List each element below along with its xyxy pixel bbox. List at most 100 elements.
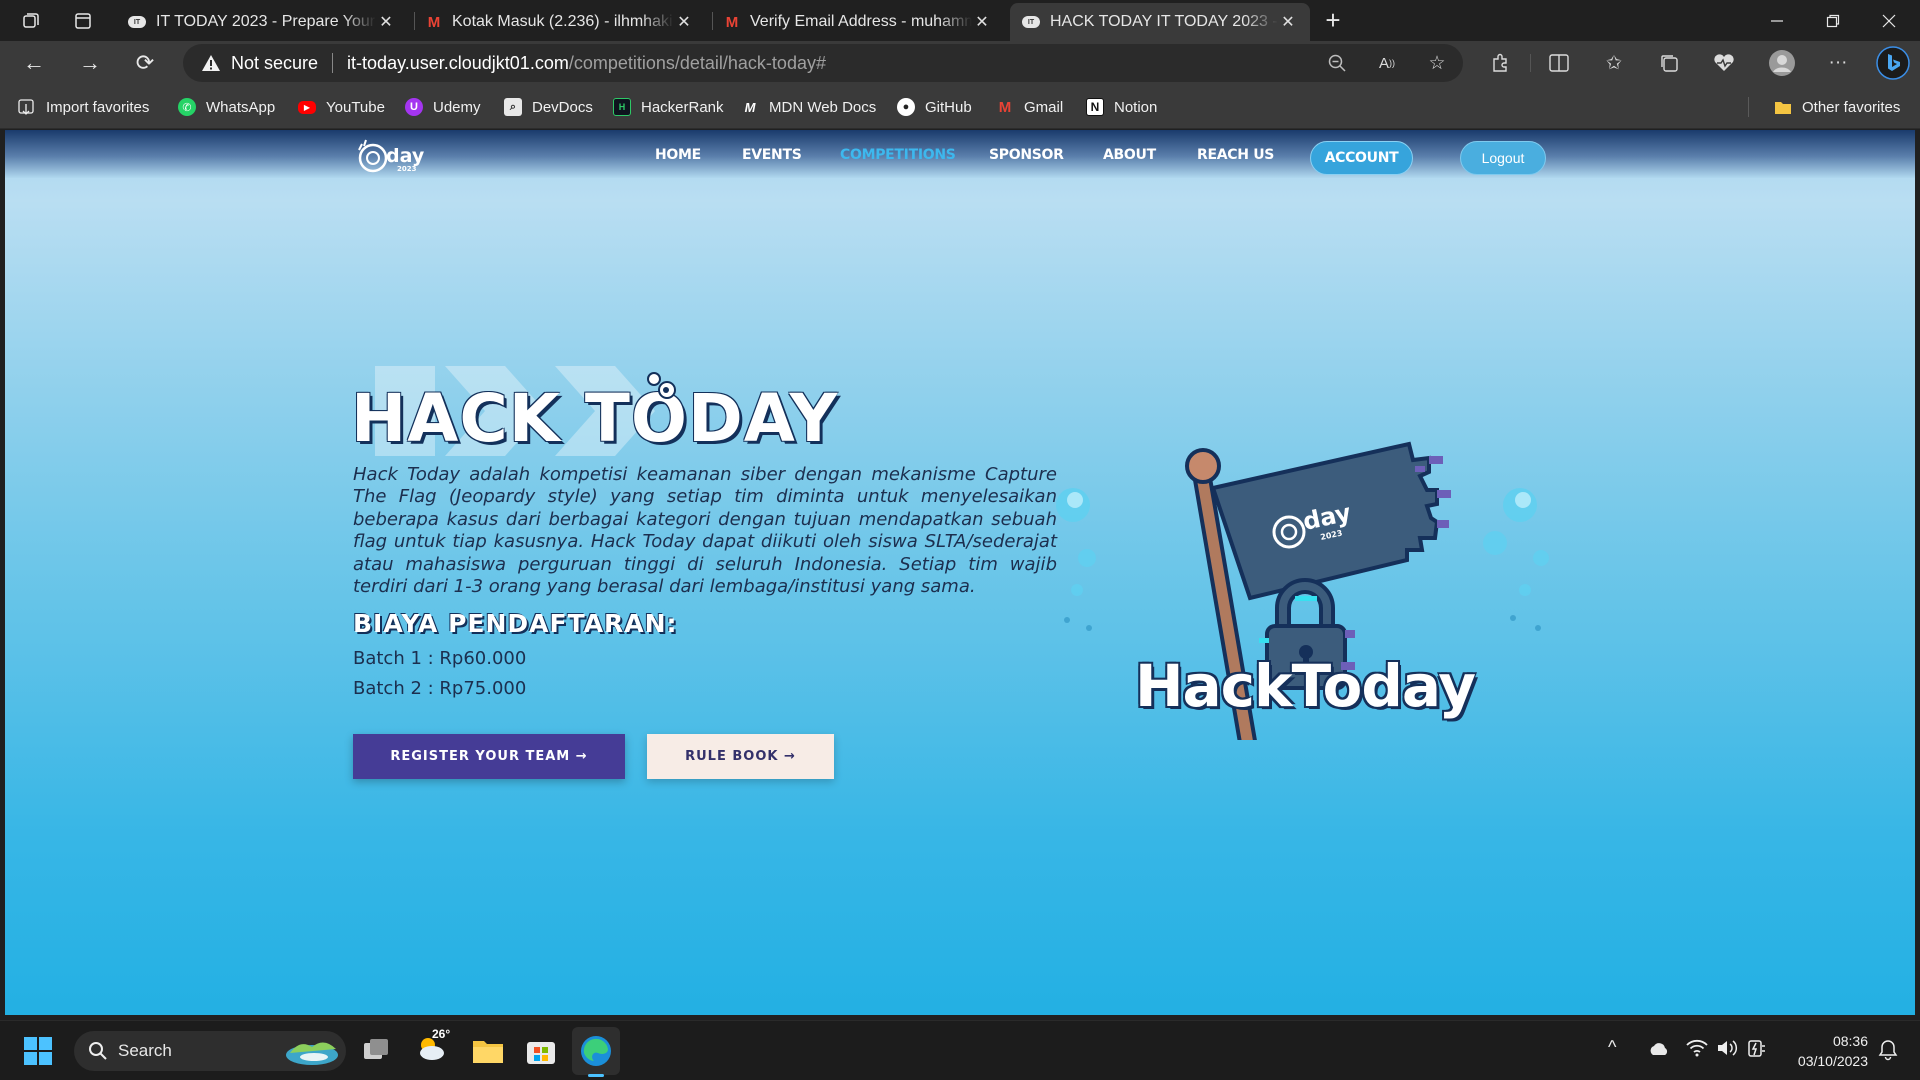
svg-text:day: day	[386, 145, 425, 167]
hero-title: HACK TODAY	[351, 380, 839, 457]
notion-icon: N	[1086, 98, 1104, 116]
onedrive-icon[interactable]	[1648, 1041, 1670, 1057]
warning-icon	[202, 55, 220, 71]
search-placeholder: Search	[118, 1041, 172, 1060]
wifi-icon[interactable]	[1686, 1039, 1708, 1057]
close-window-icon[interactable]	[1866, 0, 1912, 41]
rule-book-button[interactable]: RULE BOOK →	[647, 734, 834, 779]
it-today-favicon: IT	[1022, 16, 1040, 28]
close-tab-icon[interactable]: ✕	[972, 12, 992, 32]
security-label[interactable]: Not secure	[231, 53, 318, 74]
profile-avatar-icon[interactable]	[1768, 49, 1796, 77]
nav-home[interactable]: HOME	[655, 147, 701, 163]
url-path: /competitions/detail/hack-today#	[568, 52, 826, 73]
bookmark-label: HackerRank	[641, 98, 724, 116]
nav-sponsor[interactable]: SPONSOR	[989, 147, 1064, 163]
bookmark-whatsapp[interactable]: ✆ WhatsApp	[178, 85, 275, 129]
logout-button[interactable]: Logout	[1460, 141, 1546, 175]
system-clock[interactable]: 08:36 03/10/2023	[1788, 1031, 1868, 1071]
search-icon	[89, 1042, 107, 1060]
edge-icon	[581, 1036, 611, 1066]
edge-taskbar-button[interactable]	[572, 1027, 620, 1077]
account-button[interactable]: ACCOUNT	[1310, 141, 1413, 175]
volume-icon[interactable]	[1716, 1039, 1738, 1057]
task-view-icon[interactable]	[362, 1037, 390, 1070]
tab-title: Verify Email Address - muhammad	[750, 13, 972, 30]
zoom-icon[interactable]	[1323, 49, 1351, 77]
tab-verify-email[interactable]: M Verify Email Address - muhammad ✕	[712, 3, 1004, 41]
udemy-icon: U	[405, 98, 423, 116]
bookmark-label: GitHub	[925, 98, 972, 116]
bookmark-label: Other favorites	[1802, 98, 1901, 116]
batch-2-price: Batch 2 : Rp75.000	[353, 678, 527, 699]
tab-it-today[interactable]: IT IT TODAY 2023 - Prepare Yourself ✕	[116, 3, 408, 41]
favorites-icon[interactable]: ✩	[1600, 49, 1628, 77]
close-tab-icon[interactable]: ✕	[376, 12, 396, 32]
bookmark-github[interactable]: ● GitHub	[897, 85, 972, 129]
tab-title: IT TODAY 2023 - Prepare Yourself	[156, 13, 376, 30]
windows-start-icon[interactable]	[24, 1037, 52, 1070]
nav-events[interactable]: EVENTS	[742, 147, 802, 163]
bing-copilot-icon[interactable]	[1876, 46, 1910, 80]
it-today-logo[interactable]: day 2023	[353, 138, 433, 176]
file-explorer-icon[interactable]	[472, 1037, 504, 1070]
nav-about[interactable]: ABOUT	[1103, 147, 1156, 163]
restore-icon[interactable]	[1810, 0, 1856, 41]
tab-actions-icon[interactable]	[60, 0, 106, 41]
bookmark-mdn[interactable]: M MDN Web Docs	[741, 85, 877, 129]
register-team-button[interactable]: REGISTER YOUR TEAM →	[353, 734, 625, 779]
bookmark-udemy[interactable]: U Udemy	[405, 85, 481, 129]
read-aloud-icon[interactable]: A))	[1373, 49, 1401, 77]
new-tab-icon[interactable]: +	[1310, 0, 1356, 41]
forward-icon[interactable]: →	[72, 45, 108, 81]
close-tab-icon[interactable]: ✕	[674, 12, 694, 32]
devdocs-icon: ⌕	[504, 98, 522, 116]
address-bar[interactable]: Not secure it-today.user.cloudjkt01.com /…	[183, 44, 1463, 82]
extensions-icon[interactable]	[1486, 49, 1514, 77]
site-navbar: day 2023 HOME EVENTS COMPETITIONS SPONSO…	[5, 130, 1915, 178]
tab-title: Kotak Masuk (2.236) - ilhmhakim	[452, 13, 674, 30]
tab-gmail-inbox[interactable]: M Kotak Masuk (2.236) - ilhmhakim ✕	[414, 3, 706, 41]
tab-title: HACK TODAY IT TODAY 2023 - Prepare	[1050, 13, 1278, 30]
battery-charging-icon[interactable]	[1746, 1038, 1768, 1058]
favorite-star-icon[interactable]: ☆	[1423, 49, 1451, 77]
nav-competitions[interactable]: COMPETITIONS	[840, 147, 956, 163]
more-options-icon[interactable]: ···	[1824, 49, 1852, 77]
clock-date: 03/10/2023	[1797, 1053, 1868, 1069]
bubbles-decoration	[647, 372, 676, 399]
split-screen-icon[interactable]	[1545, 49, 1573, 77]
notification-bell-icon[interactable]	[1878, 1039, 1898, 1061]
import-icon	[18, 98, 36, 116]
microsoft-store-icon[interactable]	[526, 1037, 556, 1070]
gmail-icon: M	[725, 13, 739, 31]
bookmark-hackerrank[interactable]: H HackerRank	[613, 85, 724, 129]
minimize-icon[interactable]	[1754, 0, 1800, 41]
bookmark-label: Import favorites	[46, 98, 150, 116]
bookmark-label: WhatsApp	[206, 98, 276, 116]
close-tab-icon[interactable]: ✕	[1278, 12, 1298, 32]
url-host: it-today.user.cloudjkt01.com	[347, 52, 569, 73]
bookmark-devdocs[interactable]: ⌕ DevDocs	[504, 85, 593, 129]
show-hidden-icons[interactable]: ^	[1608, 1037, 1616, 1058]
nav-reach-us[interactable]: REACH US	[1197, 147, 1274, 163]
workspaces-icon[interactable]	[8, 0, 54, 41]
bookmark-gmail[interactable]: M Gmail	[996, 85, 1063, 129]
search-highlight-image	[286, 1042, 338, 1065]
refresh-icon[interactable]: ⟳	[127, 45, 163, 81]
bookmark-notion[interactable]: N Notion	[1086, 85, 1157, 129]
folder-icon	[1774, 98, 1792, 116]
github-icon: ●	[897, 98, 915, 116]
bookmark-youtube[interactable]: ▶ YouTube	[298, 85, 385, 129]
back-icon[interactable]: ←	[16, 45, 52, 81]
weather-widget[interactable]: 26°	[414, 1027, 450, 1070]
browser-essentials-icon[interactable]	[1710, 49, 1738, 77]
taskbar-search[interactable]: Search	[74, 1031, 346, 1071]
bookmark-import-favorites[interactable]: Import favorites	[18, 85, 149, 129]
mdn-icon: M	[744, 99, 756, 115]
bookmark-other-favorites[interactable]: Other favorites	[1774, 85, 1900, 129]
batch-1-price: Batch 1 : Rp60.000	[353, 648, 527, 669]
tab-hack-today-active[interactable]: IT HACK TODAY IT TODAY 2023 - Prepare ✕	[1010, 3, 1310, 41]
collections-icon[interactable]	[1655, 49, 1683, 77]
bookmark-label: DevDocs	[532, 98, 593, 116]
it-today-favicon: IT	[128, 16, 146, 28]
